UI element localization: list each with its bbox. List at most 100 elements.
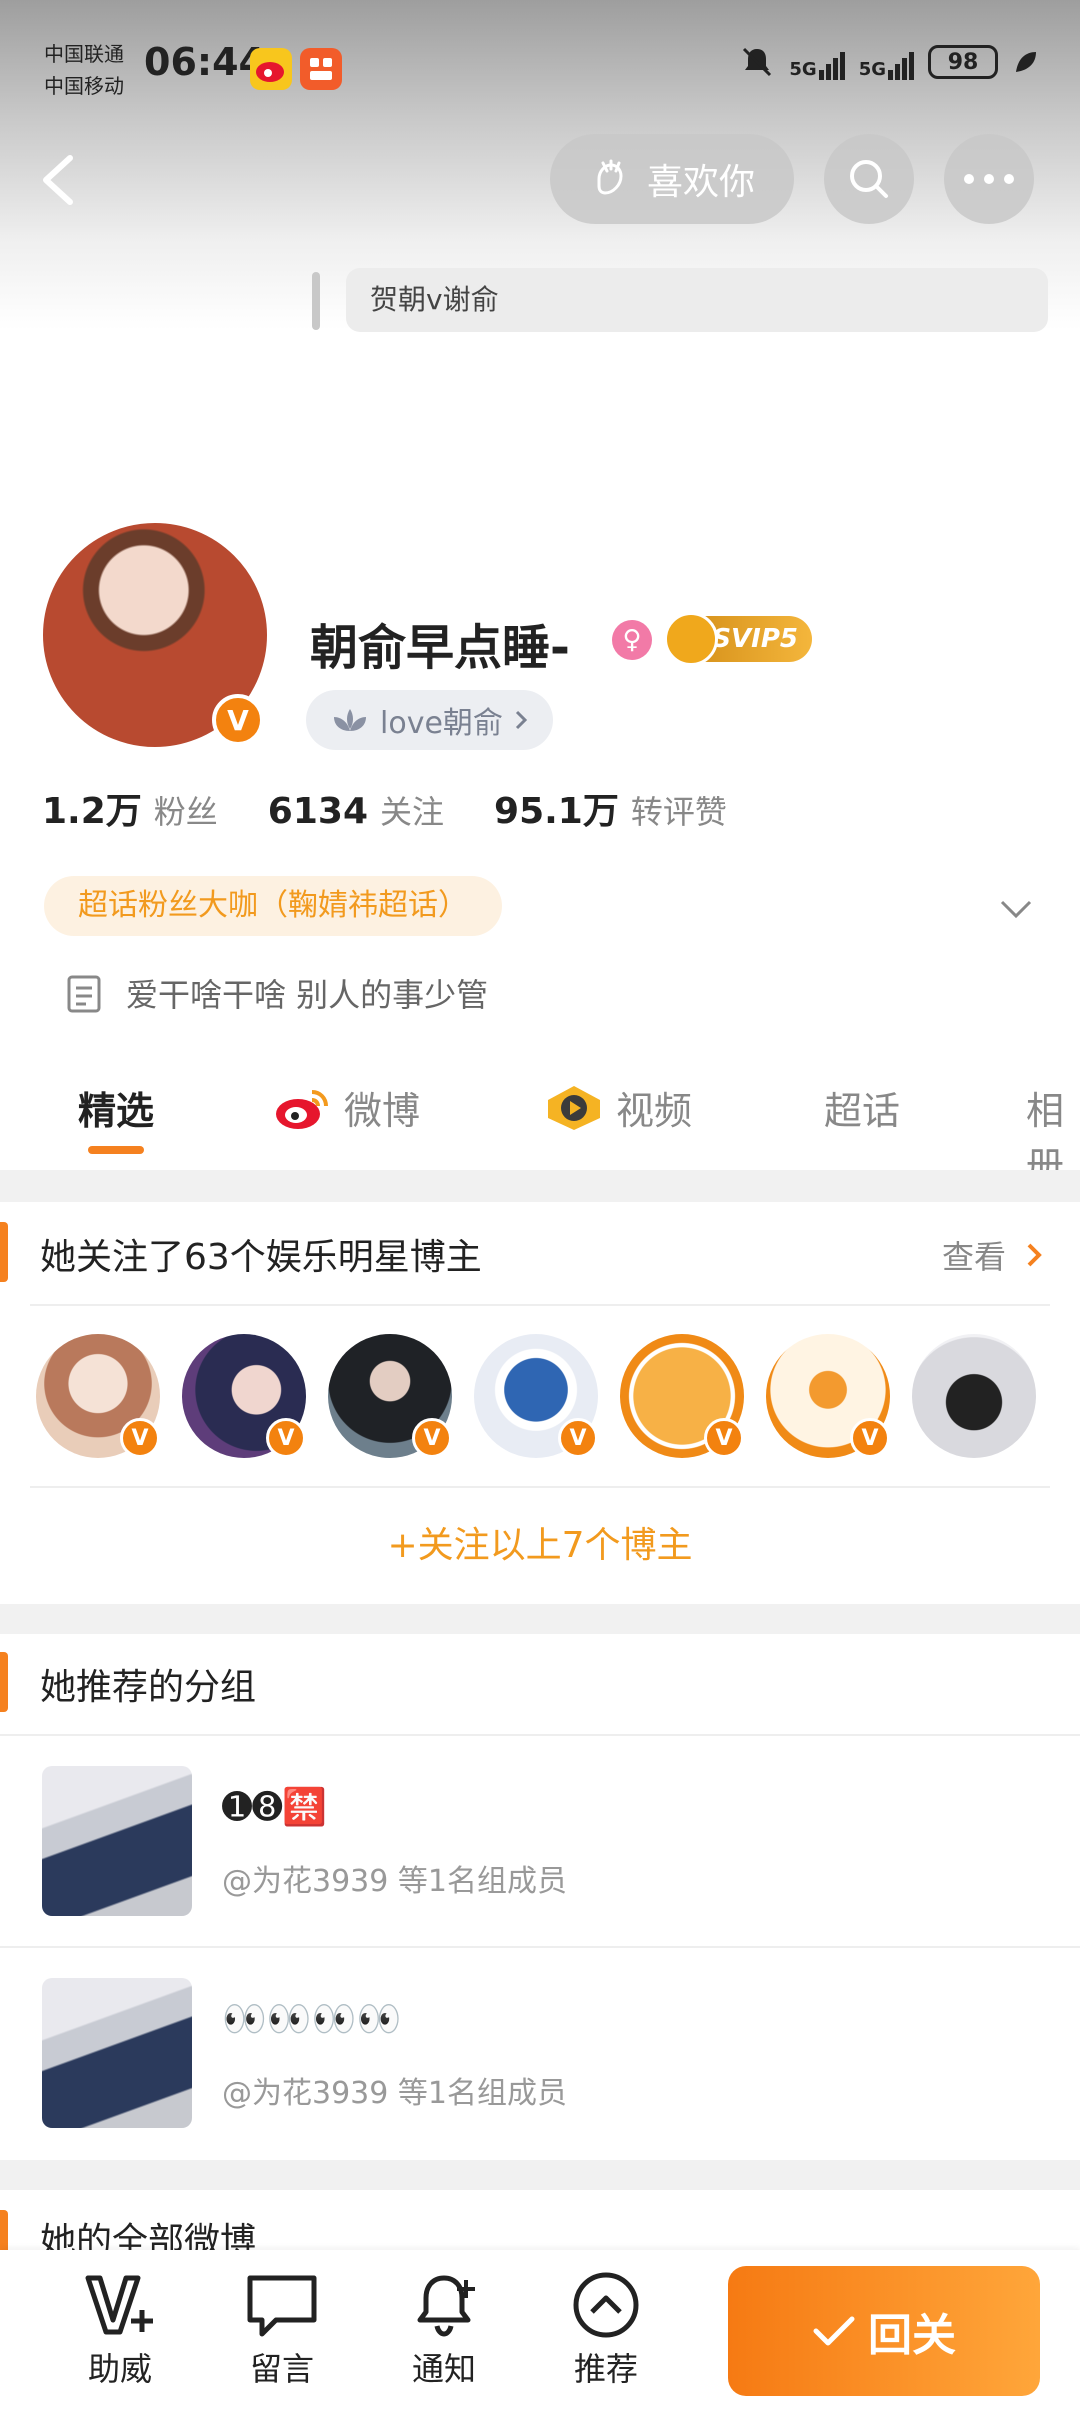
section-accent [0, 1222, 8, 1282]
stat-following-label: 关注 [380, 793, 445, 831]
like-you-button[interactable]: 喜欢你 [550, 134, 794, 224]
back-button[interactable] [30, 140, 90, 220]
stat-fans-label: 粉丝 [153, 793, 218, 831]
recommend-label: 推荐 [573, 2350, 638, 2388]
tab-chaohua[interactable]: 超话 [824, 1080, 900, 1135]
tab-weibo-label: 微博 [344, 1089, 421, 1133]
followed-avatar-6[interactable]: V [766, 1334, 890, 1458]
stat-following[interactable]: 6134 关注 [268, 787, 444, 833]
verified-badge: V [850, 1418, 890, 1458]
divider [30, 1304, 1050, 1306]
tab-featured[interactable]: 精选 [78, 1080, 154, 1135]
stat-fans-num: 1.2万 [42, 791, 142, 832]
group-members: @为花3939 等1名组成员 [222, 1864, 567, 1899]
followed-avatar-5[interactable]: V [620, 1334, 744, 1458]
stat-fans[interactable]: 1.2万 粉丝 [42, 782, 218, 834]
follow-back-button[interactable]: 回关 [728, 2266, 1040, 2396]
verified-badge: V [704, 1418, 744, 1458]
bell-plus-icon [417, 2275, 475, 2337]
chevron-right-icon [515, 710, 528, 730]
profile-quote: 贺朝v谢俞 [346, 268, 1048, 332]
more-dots-icon [964, 174, 1014, 184]
group-name: 👀👀👀👀 [222, 1999, 402, 2040]
fan-tag[interactable]: love朝俞 [306, 690, 553, 750]
cheer-v-plus-icon [85, 2275, 153, 2335]
tab-featured-label: 精选 [78, 1089, 155, 1133]
chaohua-badge[interactable]: 超话粉丝大咖（鞠婧祎超话） [44, 876, 502, 936]
tab-chaohua-label: 超话 [824, 1089, 901, 1133]
hand-heart-icon [597, 159, 623, 195]
svip-badge[interactable]: SVIP5 [664, 612, 812, 666]
document-icon [67, 975, 101, 1013]
video-icon [548, 1085, 600, 1130]
verified-badge: V [266, 1418, 306, 1458]
profile-tabs: 精选 微博 视频 超话 相册 [0, 1060, 1080, 1188]
chevron-down-icon[interactable] [996, 888, 1036, 928]
bottom-action-bar: 助威 留言 通知 推荐 回关 [0, 2250, 1080, 2412]
profile-name: 朝俞早点睡- [310, 620, 570, 676]
signal-1: 5G [789, 44, 845, 80]
weibo-icon [276, 1089, 328, 1129]
divider [30, 1486, 1050, 1488]
section-gap [0, 1170, 1080, 1202]
follow-back-label: 回关 [868, 2310, 956, 2361]
weibo-app-icon [250, 48, 292, 90]
leaf-icon [1016, 52, 1036, 72]
female-icon: ♀ [612, 620, 652, 660]
group-thumbnail [42, 1766, 192, 1916]
following-section-title: 她关注了63个娱乐明星博主 [40, 1237, 482, 1278]
chevron-left-icon [43, 155, 73, 205]
divider [0, 1734, 1080, 1736]
svip-label: SVIP5 [712, 624, 798, 654]
fan-tag-label: love朝俞 [380, 706, 503, 741]
carrier-1: 中国联通 [44, 42, 124, 66]
app-icon-2 [300, 48, 342, 90]
status-bar: 中国联通 中国移动 06:44 5G 5G 98 [0, 0, 1080, 130]
profile-bio: 爱干啥干啥 别人的事少管 [126, 976, 489, 1014]
followed-avatars: V V V V V V [36, 1334, 1076, 1460]
group-members: @为花3939 等1名组成员 [222, 2076, 567, 2111]
verified-badge: V [120, 1418, 160, 1458]
followed-avatar-4[interactable]: V [474, 1334, 598, 1458]
network-type-2: 5G [858, 59, 886, 80]
recommend-button[interactable]: 推荐 [546, 2270, 666, 2390]
check-icon [813, 2316, 855, 2346]
tab-weibo[interactable]: 微博 [272, 1080, 420, 1135]
section-accent [0, 1652, 8, 1712]
verified-badge: V [412, 1418, 452, 1458]
follow-all-button[interactable]: +关注以上7个博主 [0, 1516, 1080, 1568]
view-following-link[interactable]: 查看 [942, 1232, 1044, 1278]
group-thumbnail [42, 1978, 192, 2128]
followed-avatar-3[interactable]: V [328, 1334, 452, 1458]
carrier-info: 中国联通 中国移动 [44, 38, 124, 102]
lotus-icon [334, 709, 366, 731]
view-label: 查看 [942, 1238, 1007, 1276]
cheer-label: 助威 [87, 2350, 152, 2388]
more-button[interactable] [944, 134, 1034, 224]
notify-button[interactable]: 通知 [384, 2270, 504, 2390]
divider [0, 1946, 1080, 1948]
followed-avatar-7[interactable] [912, 1334, 1036, 1458]
section-gap [0, 1604, 1080, 1634]
groups-section-title: 她推荐的分组 [40, 1667, 257, 1708]
message-button[interactable]: 留言 [222, 2270, 342, 2390]
group-name: ➊➑🈲 [222, 1787, 328, 1828]
search-button[interactable] [824, 134, 914, 224]
notify-label: 通知 [411, 2350, 476, 2388]
followed-avatar-1[interactable]: V [36, 1334, 160, 1458]
tab-video[interactable]: 视频 [544, 1080, 692, 1135]
carrier-2: 中国移动 [44, 74, 124, 98]
stat-likes[interactable]: 95.1万 转评赞 [494, 782, 727, 834]
cheer-button[interactable]: 助威 [60, 2270, 180, 2390]
active-tab-indicator [88, 1146, 144, 1154]
chevron-up-circle-icon [573, 2272, 639, 2338]
followed-avatar-2[interactable]: V [182, 1334, 306, 1458]
verified-badge: V [558, 1418, 598, 1458]
stat-likes-label: 转评赞 [630, 793, 727, 831]
battery-indicator: 98 [928, 45, 998, 79]
profile-stats: 1.2万 粉丝 6134 关注 95.1万 转评赞 [42, 782, 727, 834]
status-right: 5G 5G 98 [739, 44, 1040, 80]
search-icon [850, 160, 888, 198]
section-gap [0, 2160, 1080, 2190]
chat-bubble-icon [247, 2275, 317, 2337]
